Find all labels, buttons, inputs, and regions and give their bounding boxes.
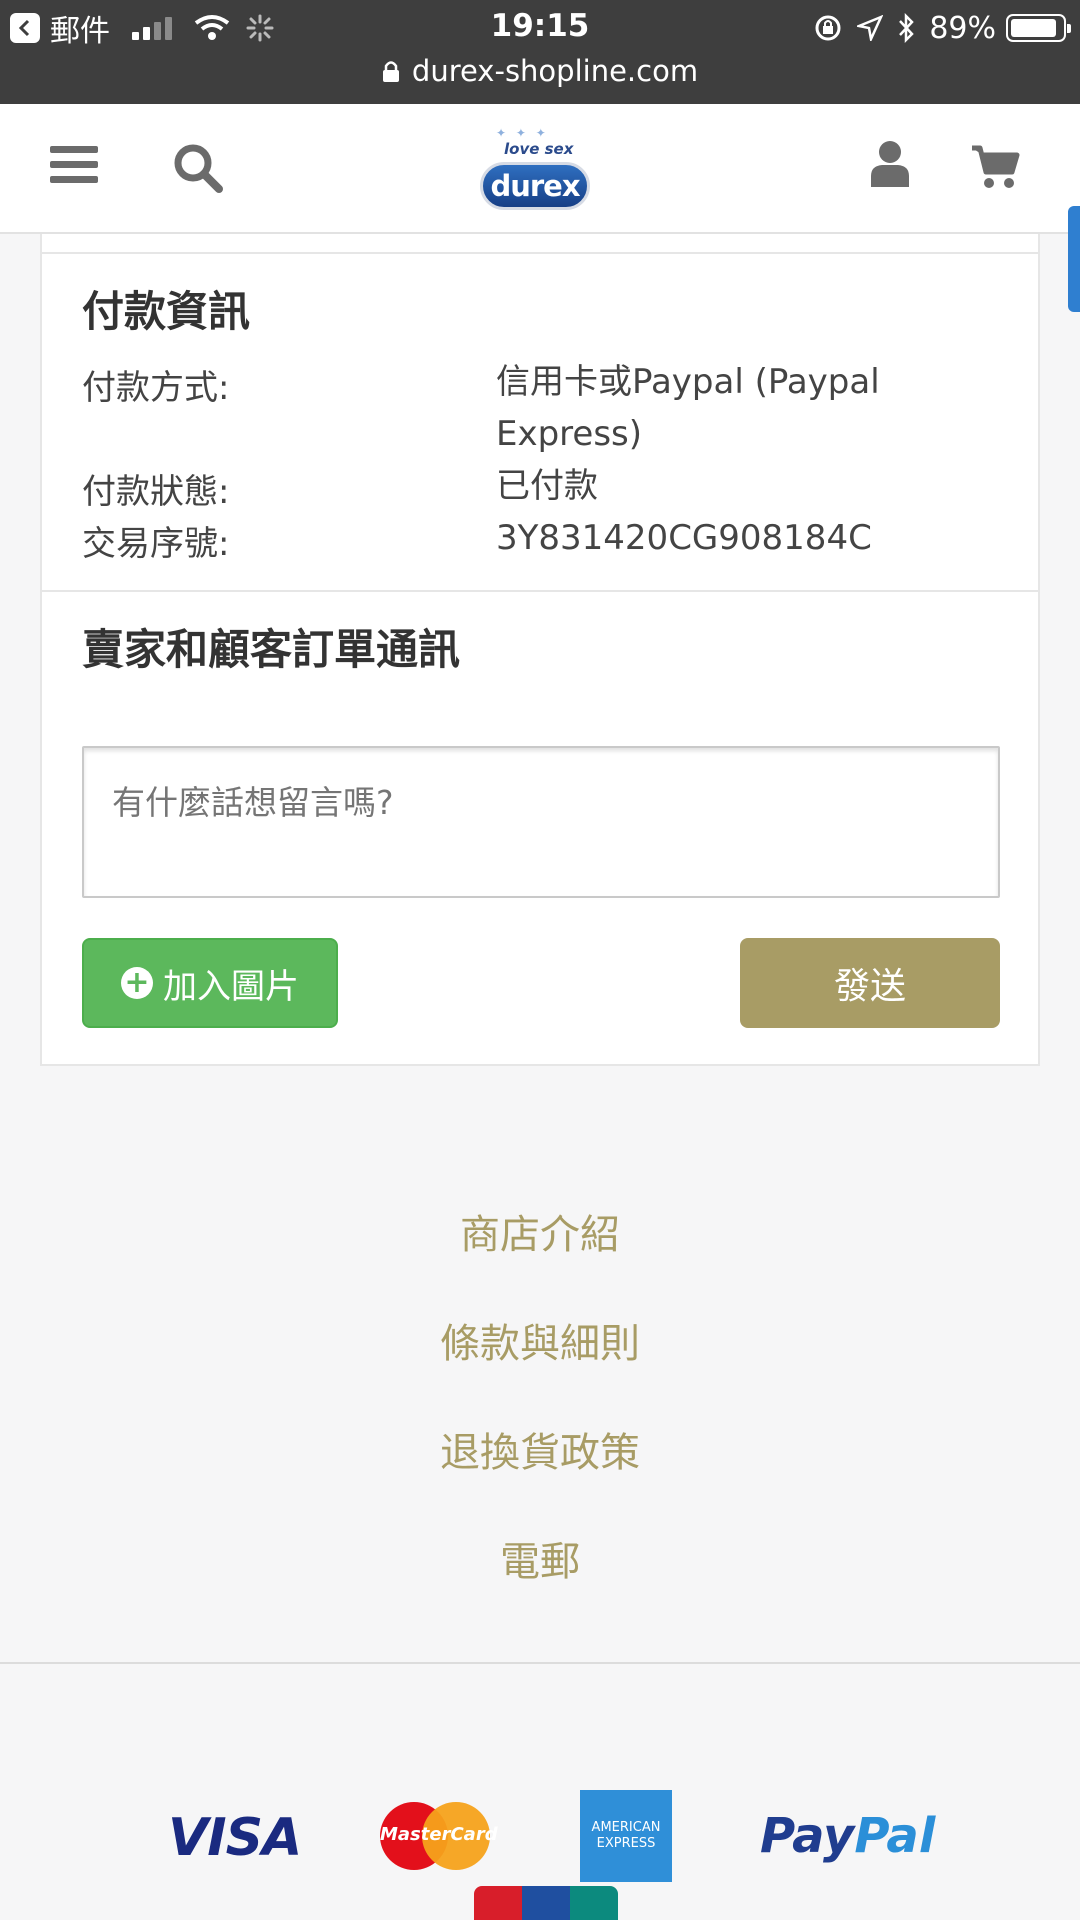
rotation-lock-icon (813, 13, 843, 43)
wifi-icon (194, 14, 230, 42)
menu-icon[interactable] (50, 144, 98, 190)
loading-spinner-icon (246, 14, 274, 42)
transaction-id-label: 交易序號: (82, 524, 230, 564)
amex-line2: EXPRESS (596, 1836, 656, 1851)
plus-circle-icon: + (121, 967, 153, 999)
battery-icon (1006, 14, 1071, 42)
cellular-signal-icon (132, 16, 176, 40)
payment-info-title: 付款資訊 (82, 287, 251, 336)
payment-method-value: 信用卡或Paypal (Paypal Express) (496, 362, 880, 454)
add-image-button[interactable]: + 加入圖片 (82, 938, 338, 1028)
cart-icon[interactable] (970, 144, 1020, 194)
footer-link-returns[interactable]: 退換貨政策 (0, 1420, 1080, 1478)
visa-logo: VISA (168, 1808, 302, 1868)
side-feedback-tab[interactable] (1068, 206, 1080, 312)
amex-line1: AMERICAN (591, 1820, 661, 1835)
order-messages-title: 賣家和顧客訂單通訊 (82, 625, 461, 674)
paypal-text-b: Pal (854, 1808, 936, 1864)
lock-icon (382, 59, 400, 83)
mastercard-logo: MasterCard (380, 1802, 498, 1870)
back-to-app-icon[interactable] (10, 13, 40, 43)
add-image-label: 加入圖片 (163, 966, 299, 1007)
transaction-id-value: 3Y831420CG908184C (496, 518, 872, 558)
footer-link-about[interactable]: 商店介紹 (0, 1202, 1080, 1260)
footer-divider (0, 1662, 1080, 1664)
search-icon[interactable] (172, 142, 224, 198)
section-divider (42, 590, 1038, 592)
payment-status-label: 付款狀態: (82, 472, 230, 512)
footer-link-email[interactable]: 電郵 (0, 1529, 1080, 1587)
logo-tagline: love sex (504, 140, 574, 158)
url-text: durex-shopline.com (411, 54, 699, 88)
status-bar-left: 郵件 (10, 6, 290, 50)
bluetooth-icon (897, 13, 915, 43)
card-top-divider (42, 252, 1038, 254)
battery-percent: 89% (929, 10, 996, 46)
location-icon (857, 15, 884, 41)
payment-method-label: 付款方式: (82, 368, 230, 408)
footer-link-terms[interactable]: 條款與細則 (0, 1311, 1080, 1369)
amex-logo: AMERICAN EXPRESS (580, 1790, 672, 1882)
logo-text: durex (490, 169, 580, 203)
logo-pill: durex (480, 162, 590, 210)
payment-status-value: 已付款 (496, 466, 598, 506)
status-bar: 郵件 19:15 89% durex-shopline.com (0, 0, 1080, 104)
send-button[interactable]: 發送 (740, 938, 1000, 1028)
paypal-text-a: Pay (760, 1808, 855, 1864)
battery-fill (1011, 19, 1056, 37)
order-detail-card: 付款資訊 付款方式: 信用卡或Paypal (Paypal Express) 付… (40, 234, 1040, 1066)
paypal-logo: PayPal (760, 1808, 935, 1864)
unionpay-logo (474, 1886, 618, 1920)
address-bar[interactable]: durex-shopline.com (0, 50, 1080, 92)
message-input[interactable] (82, 746, 1000, 898)
logo-stars: ✦ ✦ ✦ (496, 126, 549, 140)
site-header: ✦ ✦ ✦ love sex durex (0, 104, 1080, 234)
mastercard-text: MasterCard (380, 1824, 498, 1845)
account-icon[interactable] (870, 140, 910, 192)
send-label: 發送 (833, 966, 906, 1007)
back-app-label[interactable]: 郵件 (50, 6, 110, 50)
status-bar-right: 89% (813, 8, 1071, 48)
durex-logo[interactable]: ✦ ✦ ✦ love sex durex (478, 124, 596, 220)
